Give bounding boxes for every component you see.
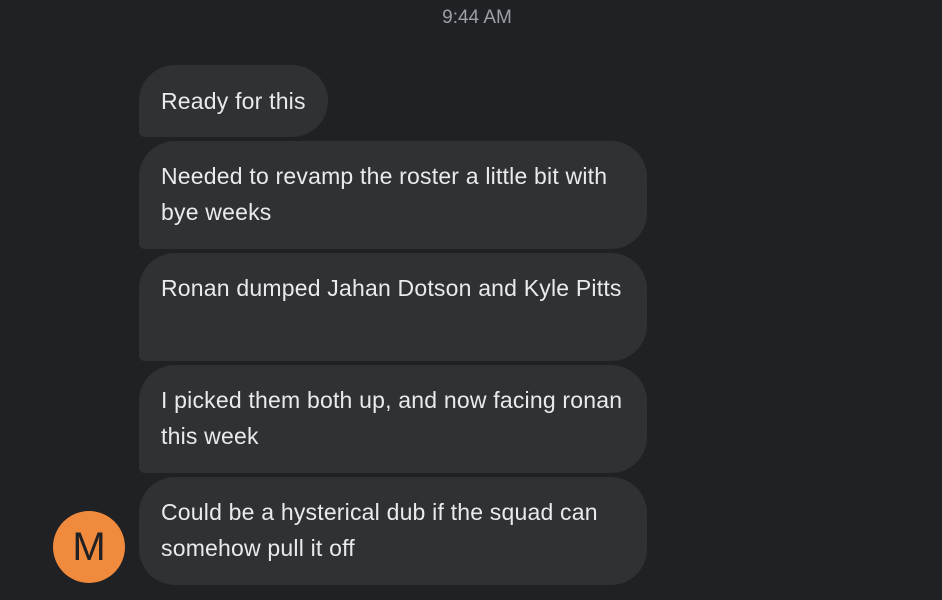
message-bubble[interactable]: Ready for this [139,65,328,137]
message-text: Could be a hysterical dub if the squad c… [161,499,598,561]
message-text: Needed to revamp the roster a little bit… [161,163,608,225]
sender-avatar[interactable]: M [53,511,125,583]
message-text: Ready for this [161,88,306,114]
message-bubble[interactable]: Needed to revamp the roster a little bit… [139,141,647,249]
message-text: I picked them both up, and now facing ro… [161,387,623,449]
message-group: Ready for this Needed to revamp the rost… [139,65,649,589]
message-bubble[interactable]: Could be a hysterical dub if the squad c… [139,477,647,585]
message-timestamp: 9:44 AM [442,7,512,28]
message-thread-screen: 9:44 AM Ready for this Needed to revamp … [0,0,942,600]
message-text: Ronan dumped Jahan Dotson and Kyle Pitts [161,275,622,301]
message-bubble[interactable]: Ronan dumped Jahan Dotson and Kyle Pitts [139,253,647,361]
message-bubble[interactable]: I picked them both up, and now facing ro… [139,365,647,473]
